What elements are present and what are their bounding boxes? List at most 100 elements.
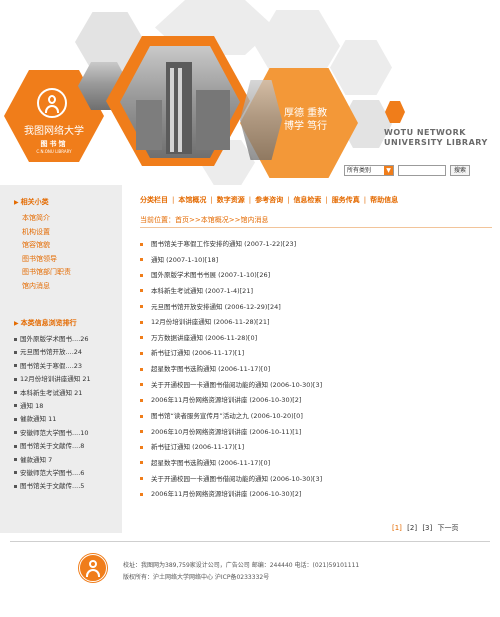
list-item[interactable]: 2006年11月份网络资源培训讲座 (2006-10-30)[2] [140,487,492,503]
related-title: ▶ 相关小类 [14,197,49,207]
bullet-icon [14,471,17,475]
related-list: 本馆简介 机构设置 馆容馆貌 图书馆领导 图书馆部门职责 馆内消息 [22,212,71,293]
ranking-item[interactable]: 通知 18 [14,400,91,413]
ranking-item[interactable]: 本科新生考试通知 21 [14,387,91,400]
bullet-icon [14,431,17,435]
ranking-item[interactable]: 催款通知 7 [14,454,91,467]
bullet-icon [14,364,17,368]
ranking-item[interactable]: 元旦图书馆开放....24 [14,346,91,359]
list-item-title: 超星数字图书选购通知 (2006-11-17)[0] [151,458,271,467]
nav-item-search[interactable]: 信息检索 [293,196,321,204]
bullet-icon [14,444,17,448]
list-item[interactable]: 图书馆关于寒假工作安排的通知 (2007-1-22)[23] [140,237,492,253]
bullet-icon [14,484,17,488]
list-item-title: 新书征订通知 (2006-11-17)[1] [151,443,245,452]
bullet-icon [140,430,143,434]
sidebar-item-news[interactable]: 馆内消息 [22,280,71,294]
category-select[interactable]: 所有类别 ▼ [344,164,394,176]
list-item[interactable]: 关于开通校园一卡通图书借阅功能的通知 (2006-10-30)[3] [140,472,492,488]
bullet-icon [14,391,17,395]
ranking-item[interactable]: 安徽师范大学图书....10 [14,427,91,440]
list-item[interactable]: 12月份培训讲座通知 (2006-11-28)[21] [140,315,492,331]
brand-name: WOTU NETWORK [384,128,466,137]
ranking-item[interactable]: 图书馆关于文献传....5 [14,480,91,493]
breadcrumb: 当前位置：首页>>本馆概况>>馆内消息 [140,214,492,228]
search-input[interactable] [398,164,446,176]
list-item[interactable]: 关于开通校园一卡通图书借阅功能的通知 (2006-10-30)[3] [140,378,492,394]
building-detail [170,68,174,152]
sidebar-item-duties[interactable]: 图书馆部门职责 [22,266,71,280]
ranking-title-label: 本类信息浏览排行 [20,319,77,327]
pagination: [1] [2] [3] 下一页 [392,523,461,533]
sidebar-item-org[interactable]: 机构设置 [22,226,71,240]
page-2-link[interactable]: [2] [407,524,417,532]
brand-name-sub: UNIVERSITY LIBRARY [384,138,488,147]
news-list: 图书馆关于寒假工作安排的通知 (2007-1-22)[23] 通知 (2007-… [140,237,492,503]
ranking-item-label: 12月份培训讲座通知 21 [20,375,91,384]
ranking-item[interactable]: 催款通知 11 [14,413,91,426]
bullet-icon [140,367,143,371]
building-image [196,90,230,150]
footer-copyright: 版权所有：沪土网络大学网络中心 沪ICP备0233332号 [123,574,270,581]
next-page-link[interactable]: 下一页 [437,524,458,532]
sidebar: ▶ 相关小类 本馆简介 机构设置 馆容馆貌 图书馆领导 图书馆部门职责 馆内消息 … [0,185,122,533]
nav-item-categories[interactable]: 分类栏目 [140,196,168,204]
nav-separator: | [210,196,213,204]
bullet-icon [140,273,143,277]
list-item[interactable]: 万方数据讲座通知 (2006-11-28)[0] [140,331,492,347]
library-name: 图书馆 [40,140,68,148]
list-item[interactable]: 超星数字图书选购通知 (2006-11-17)[0] [140,456,492,472]
nav-item-help[interactable]: 帮助信息 [370,196,398,204]
bullet-icon [14,350,17,354]
bullet-icon [140,445,143,449]
related-title-label: 相关小类 [20,198,49,206]
sidebar-item-intro[interactable]: 本馆简介 [22,212,71,226]
nav-item-service[interactable]: 服务传真 [332,196,360,204]
list-item-title: 新书征订通知 (2006-11-17)[1] [151,349,245,358]
chevron-down-icon[interactable]: ▼ [384,165,393,175]
sidebar-item-leaders[interactable]: 图书馆领导 [22,253,71,267]
ranking-item[interactable]: 国外原版学术图书....26 [14,333,91,346]
ranking-item[interactable]: 图书馆关于文献传....8 [14,440,91,453]
ranking-item[interactable]: 安徽师范大学图书....6 [14,467,91,480]
list-item[interactable]: 图书馆“读者服务宣传月”活动之九 (2006-10-20)[0] [140,409,492,425]
list-item[interactable]: 2006年11月份网络资源培训讲座 (2006-10-30)[2] [140,393,492,409]
bullet-icon [140,414,143,418]
nav-separator: | [248,196,252,204]
list-item[interactable]: 元旦图书馆开放安排通知 (2006-12-29)[24] [140,300,492,316]
list-item[interactable]: 超星数字图书选购通知 (2006-11-17)[0] [140,362,492,378]
search-bar: 所有类别 ▼ 搜索 [344,164,470,176]
bullet-icon [140,477,143,481]
library-logo-icon [37,88,67,118]
nav-item-reference[interactable]: 参考咨询 [255,196,283,204]
list-item[interactable]: 2006年10月份网络资源培训讲座 (2006-10-11)[1] [140,425,492,441]
list-item-title: 12月份培训讲座通知 (2006-11-28)[21] [151,318,270,327]
bullet-icon [140,383,143,387]
list-item[interactable]: 国外原版学术图书书展 (2007-1-10)[26] [140,268,492,284]
list-item-title: 通知 (2007-1-10)[18] [151,255,219,264]
list-item[interactable]: 新书征订通知 (2006-11-17)[1] [140,346,492,362]
page-1-link[interactable]: [1] [392,524,402,532]
ranking-item-label: 国外原版学术图书....26 [20,335,89,343]
ranking-item-label: 本科新生考试通知 21 [20,388,83,397]
list-item[interactable]: 本科新生考试通知 (2007-1-4)[21] [140,284,492,300]
search-button[interactable]: 搜索 [450,164,470,176]
list-item[interactable]: 通知 (2007-1-10)[18] [140,253,492,269]
page-3-link[interactable]: [3] [422,524,432,532]
list-item-title: 超星数字图书选购通知 (2006-11-17)[0] [151,365,271,374]
motto: 厚德 重教 博学 笃行 [284,107,344,133]
nav-separator: | [287,196,290,204]
decor-hex [330,40,392,95]
nav-item-digital[interactable]: 数字资源 [217,196,245,204]
nav-item-overview[interactable]: 本馆概况 [178,196,206,204]
nav-separator: | [363,196,367,204]
nav-separator: | [325,196,328,204]
sidebar-item-gallery[interactable]: 馆容馆貌 [22,239,71,253]
ranking-item[interactable]: 12月份培训讲座通知 21 [14,373,91,386]
list-item-title: 元旦图书馆开放安排通知 (2006-12-29)[24] [151,302,281,311]
ranking-title: ▶ 本类信息浏览排行 [14,318,77,328]
ranking-item[interactable]: 图书馆关于寒假....23 [14,360,91,373]
list-item-title: 2006年10月份网络资源培训讲座 (2006-10-11)[1] [151,427,302,436]
list-item[interactable]: 新书征订通知 (2006-11-17)[1] [140,440,492,456]
ranking-item-label: 图书馆关于文献传....8 [20,442,85,451]
